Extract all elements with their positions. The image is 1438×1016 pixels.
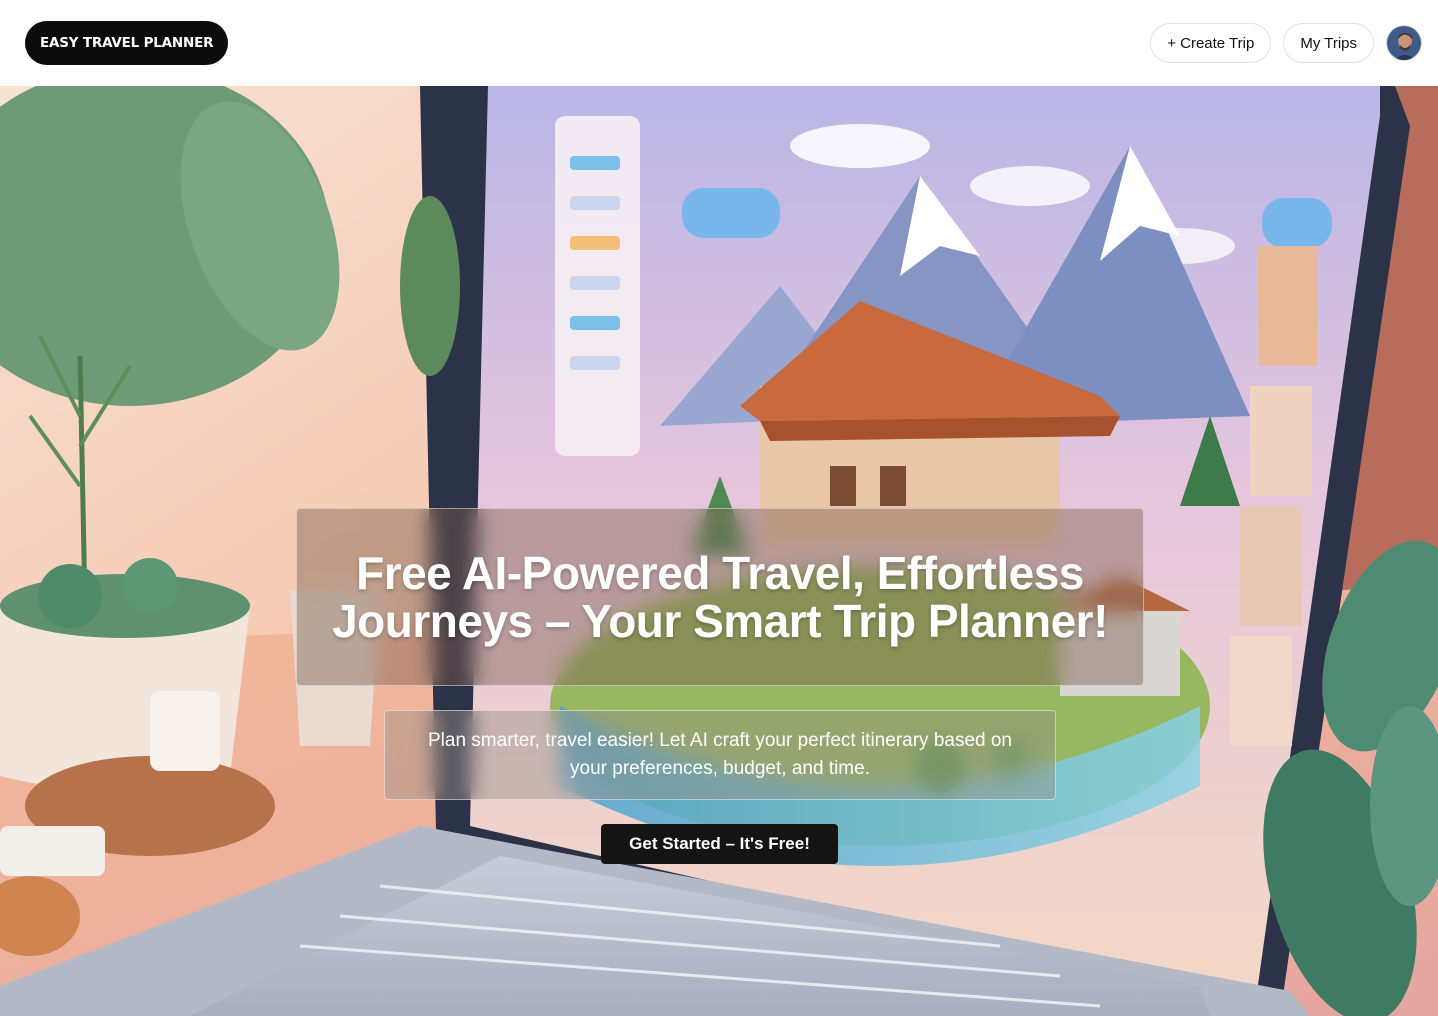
user-avatar-icon (1387, 26, 1421, 60)
logo[interactable]: EASY TRAVEL PLANNER (25, 21, 229, 65)
subtitle-panel: Plan smarter, travel easier! Let AI craf… (384, 710, 1056, 800)
hero-section: Free AI-Powered Travel, Effortless Journ… (0, 86, 1438, 1016)
create-trip-button[interactable]: + Create Trip (1150, 23, 1272, 63)
hero-headline: Free AI-Powered Travel, Effortless Journ… (332, 547, 1108, 647)
avatar[interactable] (1386, 25, 1422, 61)
headline-panel: Free AI-Powered Travel, Effortless Journ… (296, 508, 1144, 686)
hero-subtitle: Plan smarter, travel easier! Let AI craf… (428, 730, 1012, 779)
get-started-button[interactable]: Get Started – It's Free! (601, 824, 838, 864)
my-trips-button[interactable]: My Trips (1283, 23, 1374, 63)
nav-actions: + Create Trip My Trips (1150, 23, 1422, 63)
top-navbar: EASY TRAVEL PLANNER + Create Trip My Tri… (0, 0, 1438, 86)
